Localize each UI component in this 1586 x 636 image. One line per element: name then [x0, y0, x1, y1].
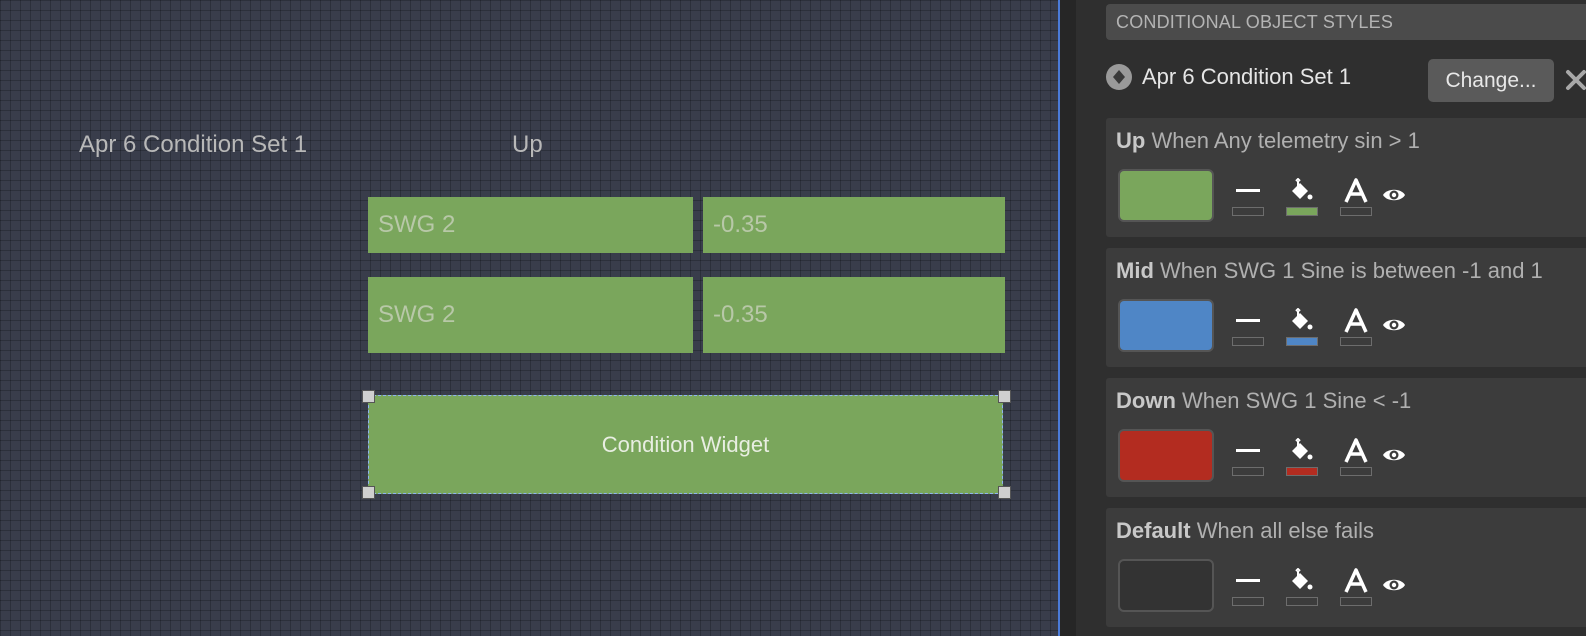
resize-handle-top-right[interactable]	[998, 390, 1011, 403]
border-color-indicator	[1232, 467, 1264, 476]
text-color-indicator	[1340, 207, 1372, 216]
condition-name: Default	[1116, 518, 1191, 543]
text-color-icon	[1340, 176, 1372, 206]
border-color-tool[interactable]	[1232, 176, 1264, 216]
telemetry-value-cell[interactable]: -0.35	[703, 197, 1005, 253]
telemetry-name-cell[interactable]: SWG 2	[368, 277, 693, 353]
condition-criteria: When SWG 1 Sine < -1	[1182, 388, 1412, 413]
layout-canvas[interactable]: Apr 6 Condition Set 1 Up SWG 2 -0.35 SWG…	[0, 0, 1058, 636]
condition-set-row: Apr 6 Condition Set 1 Change...	[1106, 56, 1586, 106]
fill-color-tool[interactable]	[1286, 176, 1318, 216]
condition-widget-label: Condition Widget	[601, 431, 770, 457]
border-color-indicator	[1232, 207, 1264, 216]
style-preview-swatch[interactable]	[1118, 559, 1214, 612]
text-color-icon	[1340, 436, 1372, 466]
condition-style-default: Default When all else fails	[1106, 508, 1586, 627]
telemetry-name-cell[interactable]: SWG 2	[368, 197, 693, 253]
condition-style-mid: Mid When SWG 1 Sine is between -1 and 1	[1106, 248, 1586, 367]
border-color-tool[interactable]	[1232, 306, 1264, 346]
paint-bucket-icon	[1286, 566, 1318, 596]
text-color-indicator	[1340, 597, 1372, 606]
text-color-icon	[1340, 306, 1372, 336]
condition-title: Down When SWG 1 Sine < -1	[1116, 388, 1411, 414]
change-button-label: Change...	[1445, 68, 1537, 92]
text-color-indicator	[1340, 337, 1372, 346]
condition-name: Up	[1116, 128, 1146, 153]
paint-bucket-icon	[1286, 176, 1318, 206]
visibility-eye-icon[interactable]	[1381, 574, 1407, 596]
style-preview-swatch[interactable]	[1118, 169, 1214, 222]
condition-criteria: When SWG 1 Sine is between -1 and 1	[1160, 258, 1543, 283]
inspector-panel: CONDITIONAL OBJECT STYLES Apr 6 Conditio…	[1060, 0, 1586, 636]
border-color-tool[interactable]	[1232, 436, 1264, 476]
style-preview-swatch[interactable]	[1118, 299, 1214, 352]
fill-color-indicator	[1286, 337, 1318, 346]
telemetry-value-cell[interactable]: -0.35	[703, 277, 1005, 353]
paint-bucket-icon	[1286, 306, 1318, 336]
close-icon[interactable]	[1562, 66, 1586, 94]
fill-color-indicator	[1286, 207, 1318, 216]
condition-criteria: When all else fails	[1196, 518, 1374, 543]
border-color-tool[interactable]	[1232, 566, 1264, 606]
fill-color-indicator	[1286, 597, 1318, 606]
resize-handle-top-left[interactable]	[362, 390, 375, 403]
condition-style-down: Down When SWG 1 Sine < -1	[1106, 378, 1586, 497]
resize-handle-bottom-left[interactable]	[362, 486, 375, 499]
condition-set-name: Apr 6 Condition Set 1	[1142, 64, 1352, 89]
style-preview-swatch[interactable]	[1118, 429, 1214, 482]
condition-style-up: Up When Any telemetry sin > 1	[1106, 118, 1586, 237]
section-header-label: CONDITIONAL OBJECT STYLES	[1116, 11, 1394, 32]
condition-title: Mid When SWG 1 Sine is between -1 and 1	[1116, 258, 1543, 284]
text-color-tool[interactable]	[1340, 436, 1372, 476]
border-color-indicator	[1232, 337, 1264, 346]
border-color-icon	[1232, 176, 1264, 206]
text-color-tool[interactable]	[1340, 306, 1372, 346]
condition-title: Up When Any telemetry sin > 1	[1116, 128, 1420, 154]
text-color-icon	[1340, 566, 1372, 596]
visibility-eye-icon[interactable]	[1381, 184, 1407, 206]
text-color-tool[interactable]	[1340, 566, 1372, 606]
condition-set-label[interactable]: Apr 6 Condition Set 1	[79, 131, 307, 159]
condition-state-label[interactable]: Up	[512, 131, 543, 159]
fill-color-tool[interactable]	[1286, 306, 1318, 346]
section-header: CONDITIONAL OBJECT STYLES	[1106, 4, 1586, 40]
border-color-icon	[1232, 566, 1264, 596]
text-color-tool[interactable]	[1340, 176, 1372, 216]
paint-bucket-icon	[1286, 436, 1318, 466]
resize-handle-bottom-right[interactable]	[998, 486, 1011, 499]
fill-color-tool[interactable]	[1286, 436, 1318, 476]
condition-name: Down	[1116, 388, 1176, 413]
condition-name: Mid	[1116, 258, 1154, 283]
visibility-eye-icon[interactable]	[1381, 314, 1407, 336]
visibility-eye-icon[interactable]	[1381, 444, 1407, 466]
fill-color-tool[interactable]	[1286, 566, 1318, 606]
change-button[interactable]: Change...	[1428, 59, 1554, 102]
border-color-indicator	[1232, 597, 1264, 606]
border-color-icon	[1232, 306, 1264, 336]
border-color-icon	[1232, 436, 1264, 466]
collapse-toggle-icon[interactable]	[1106, 64, 1132, 90]
condition-criteria: When Any telemetry sin > 1	[1151, 128, 1420, 153]
text-color-indicator	[1340, 467, 1372, 476]
fill-color-indicator	[1286, 467, 1318, 476]
condition-widget[interactable]: Condition Widget	[368, 395, 1003, 494]
condition-title: Default When all else fails	[1116, 518, 1374, 544]
